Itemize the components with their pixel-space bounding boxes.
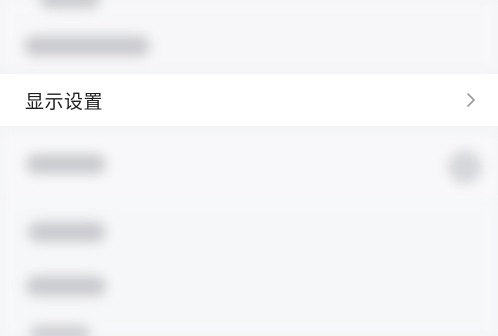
blurred-background	[0, 0, 498, 336]
chevron-right-icon	[464, 92, 478, 108]
display-settings-item[interactable]: 显示设置	[0, 74, 498, 126]
settings-screen: 显示设置	[0, 0, 498, 336]
display-settings-label: 显示设置	[25, 90, 104, 113]
